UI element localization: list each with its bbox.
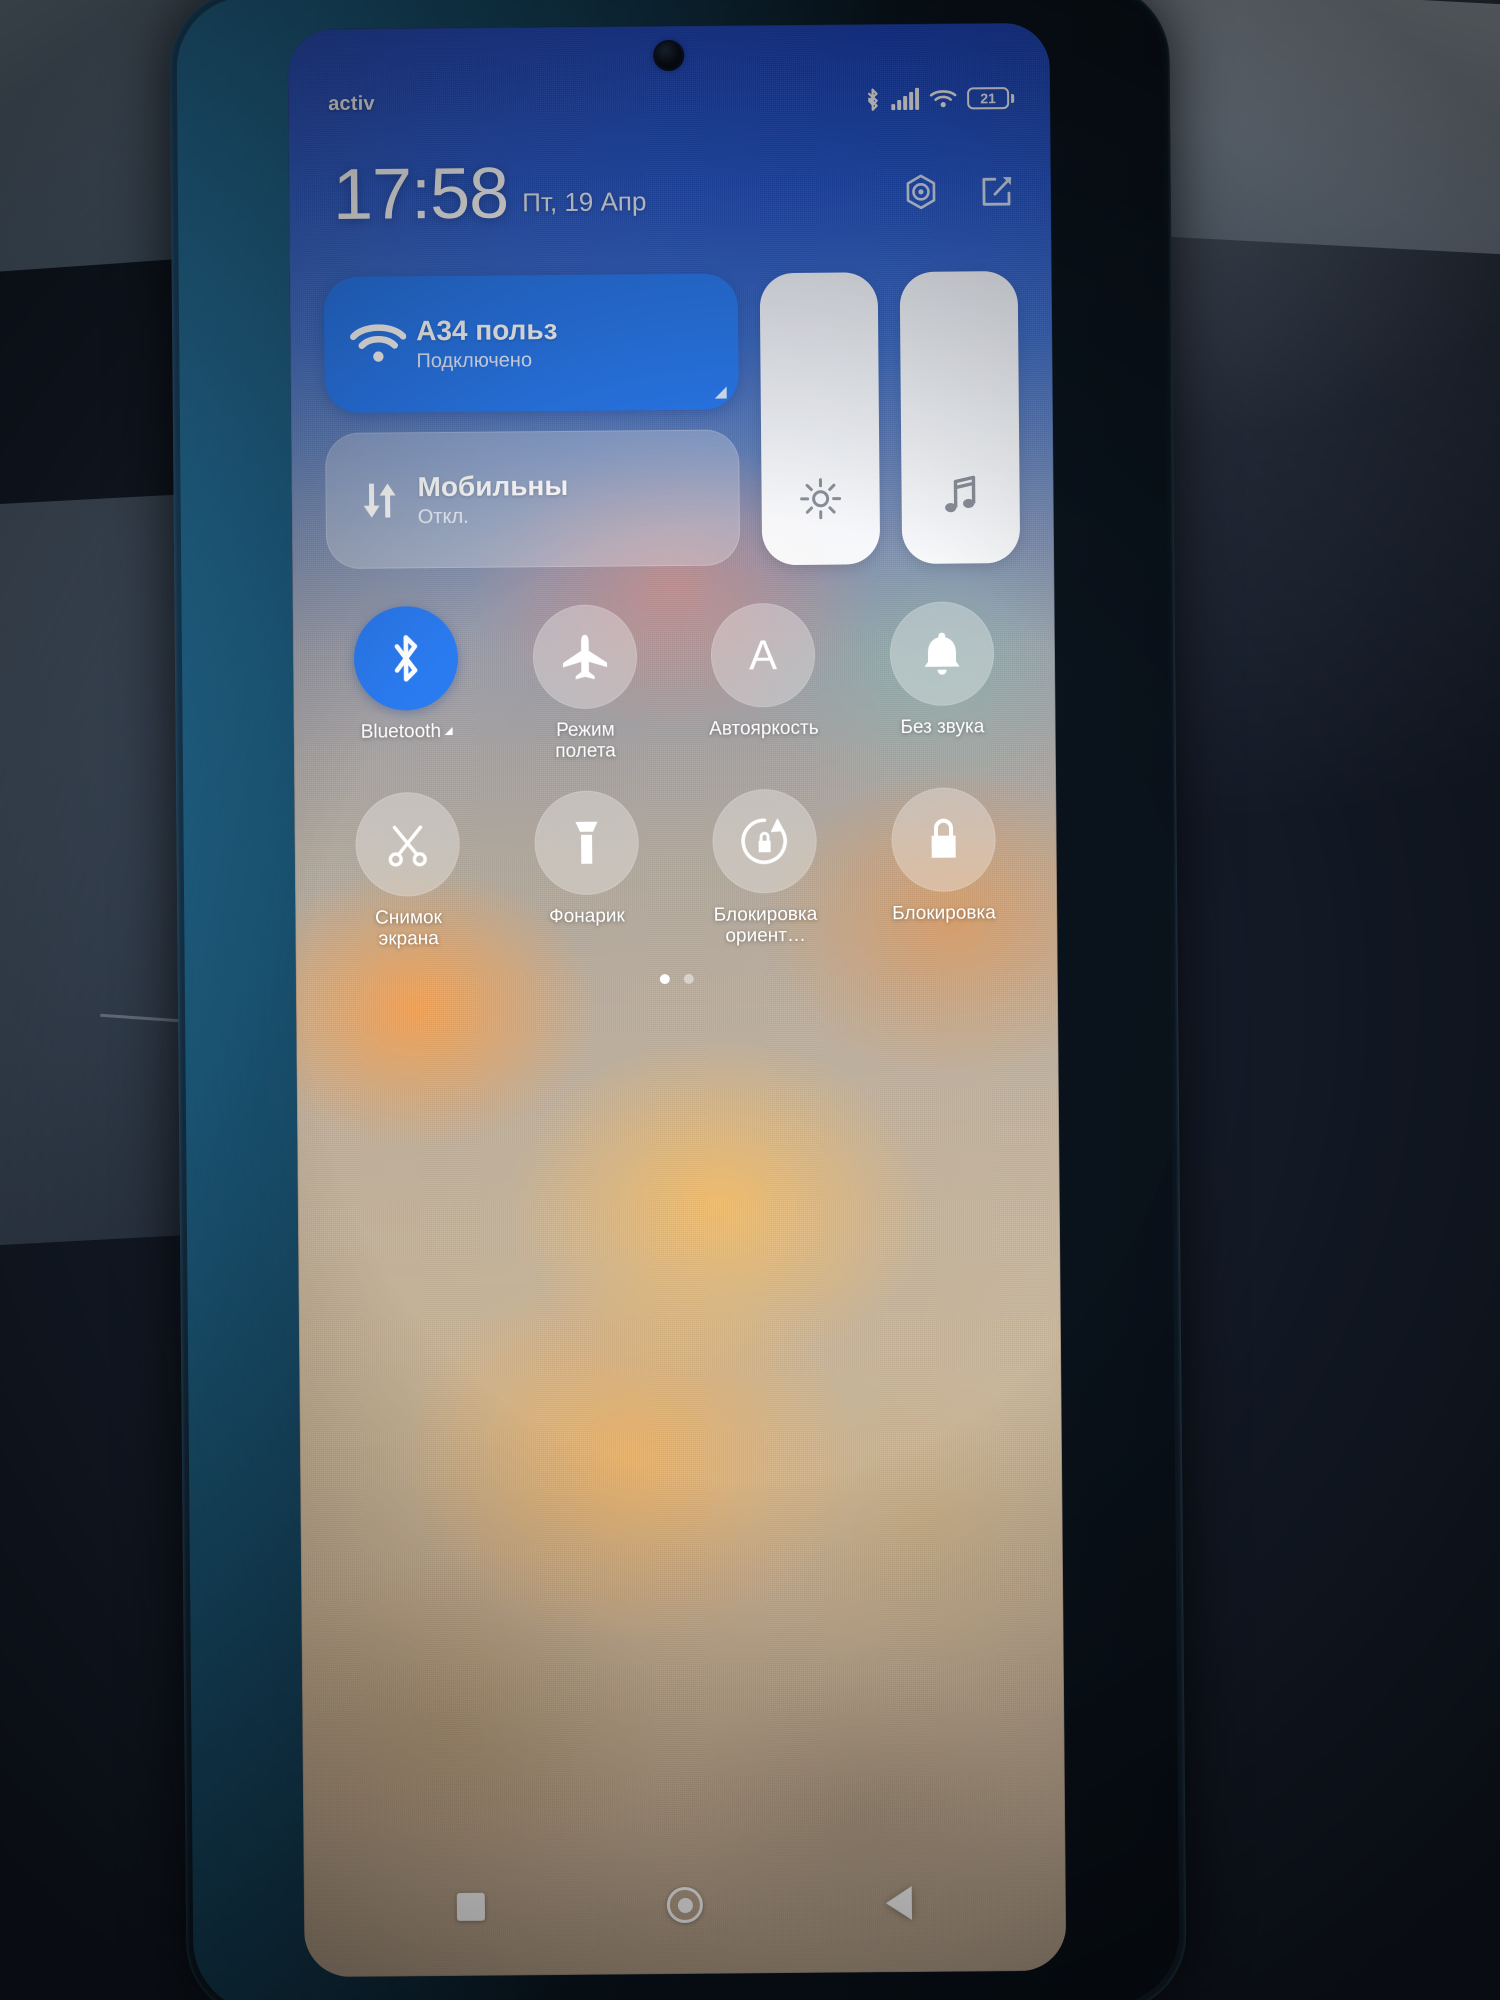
- clock-date: Пт, 19 Апр: [522, 186, 647, 218]
- toggle-expand-caret-icon[interactable]: [444, 726, 454, 736]
- quick-toggles-grid: Bluetooth Режим полета A Автояркость Без…: [317, 601, 1034, 950]
- toggle-rotation-lock-label: Блокировка ориент…: [713, 903, 818, 947]
- page-dot-1[interactable]: [659, 974, 670, 985]
- toggle-auto-brightness-circle[interactable]: A: [710, 602, 816, 708]
- toggle-airplane-label: Режим полета: [555, 719, 616, 763]
- big-tiles-column: A34 польз Подключено Мобильны Откл.: [323, 273, 741, 570]
- phone-device: activ 21 17:58 Пт, 19 Апр A34 польз Подк…: [169, 0, 1187, 2000]
- toggle-flashlight-circle[interactable]: [533, 789, 639, 895]
- toggle-bluetooth-circle[interactable]: [353, 605, 459, 711]
- toggle-silent-label: Без звука: [900, 716, 985, 739]
- wifi-tile-text: A34 польз Подключено: [416, 314, 558, 372]
- recents-button[interactable]: [443, 1879, 499, 1935]
- rotation-lock-icon: [741, 817, 788, 864]
- toggle-bluetooth-label: Bluetooth: [348, 721, 466, 743]
- recents-square-icon: [456, 1892, 486, 1921]
- toggle-screen-lock[interactable]: Блокировка: [854, 786, 1034, 945]
- toggle-flashlight-label: Фонарик: [549, 904, 625, 927]
- padlock-icon: [931, 818, 956, 858]
- toggle-screen-lock-circle[interactable]: [890, 786, 996, 892]
- battery-percent-label: 21: [980, 90, 996, 107]
- toggle-auto-brightness-label: Автояркость: [709, 717, 819, 740]
- wifi-icon: [350, 324, 407, 362]
- status-bar: activ 21: [288, 81, 1050, 122]
- page-dot-2[interactable]: [683, 973, 694, 984]
- mobile-data-tile-title: Мобильны: [417, 470, 569, 503]
- toggle-rotation-lock[interactable]: Блокировка ориент…: [675, 788, 855, 947]
- home-circle-icon: [666, 1886, 704, 1924]
- mobile-data-tile-icon-wrap: [347, 475, 411, 526]
- phone-screen: activ 21 17:58 Пт, 19 Апр A34 польз Подк…: [287, 22, 1067, 1978]
- cellular-signal-icon: [891, 87, 920, 111]
- svg-text:A: A: [749, 631, 777, 678]
- toggle-rotation-lock-circle[interactable]: [712, 788, 818, 894]
- wifi-tile[interactable]: A34 польз Подключено: [323, 273, 739, 414]
- bluetooth-icon: [867, 88, 878, 111]
- quick-settings-big-tiles: A34 польз Подключено Мобильны Откл.: [323, 271, 1021, 570]
- airplane-icon: [562, 634, 607, 680]
- wifi-tile-expand-corner[interactable]: [714, 386, 727, 399]
- front-camera-punchhole: [655, 41, 683, 70]
- header-actions: [901, 171, 1017, 212]
- wifi-tile-icon-wrap: [346, 322, 410, 367]
- flashlight-icon: [575, 821, 598, 864]
- mobile-data-tile[interactable]: Мобильны Откл.: [325, 429, 741, 570]
- battery-icon: 21: [967, 87, 1015, 110]
- clock-header: 17:58 Пт, 19 Апр: [289, 153, 1052, 235]
- toggle-silent-mode[interactable]: Без звука: [852, 601, 1032, 760]
- media-volume-tile[interactable]: [899, 271, 1021, 565]
- brightness-sun-icon: [800, 478, 842, 520]
- toggle-screen-lock-label: Блокировка: [892, 901, 996, 924]
- battery-cap: [1011, 93, 1015, 103]
- toggle-screenshot[interactable]: Снимок экрана: [318, 791, 498, 950]
- carrier-name: activ: [328, 92, 375, 115]
- back-button[interactable]: [871, 1875, 927, 1931]
- back-triangle-icon: [885, 1885, 913, 1921]
- bell-mute-icon: [924, 632, 960, 675]
- toggle-airplane-circle[interactable]: [532, 604, 638, 710]
- settings-gear-icon[interactable]: [901, 172, 941, 212]
- mobile-data-icon: [363, 483, 396, 518]
- music-note-icon: [945, 475, 976, 513]
- clock-time: 17:58: [332, 153, 509, 235]
- screenshot-scissors-icon: [388, 825, 428, 867]
- navigation-bar: [304, 1867, 1067, 1944]
- home-button[interactable]: [657, 1877, 713, 1933]
- toggle-bluetooth[interactable]: Bluetooth: [317, 605, 497, 765]
- wifi-tile-title: A34 польз: [416, 314, 558, 347]
- toggle-airplane-mode[interactable]: Режим полета: [495, 604, 675, 763]
- mobile-data-tile-subtitle: Откл.: [417, 505, 469, 528]
- status-bar-icons: 21: [864, 86, 1015, 112]
- edit-pencil-icon[interactable]: [977, 171, 1017, 211]
- bluetooth-icon: [394, 635, 418, 682]
- brightness-slider-tile[interactable]: [759, 272, 881, 566]
- toggle-silent-circle[interactable]: [889, 601, 995, 707]
- mobile-data-tile-text: Мобильны Откл.: [417, 470, 568, 529]
- wifi-tile-subtitle: Подключено: [416, 348, 533, 372]
- wifi-icon: [929, 90, 957, 108]
- toggle-auto-brightness[interactable]: A Автояркость: [674, 602, 854, 761]
- toggle-flashlight[interactable]: Фонарик: [497, 789, 677, 949]
- auto-brightness-icon: A: [749, 631, 777, 678]
- toggle-screenshot-circle[interactable]: [355, 791, 461, 897]
- toggle-screenshot-label: Снимок экрана: [375, 906, 442, 950]
